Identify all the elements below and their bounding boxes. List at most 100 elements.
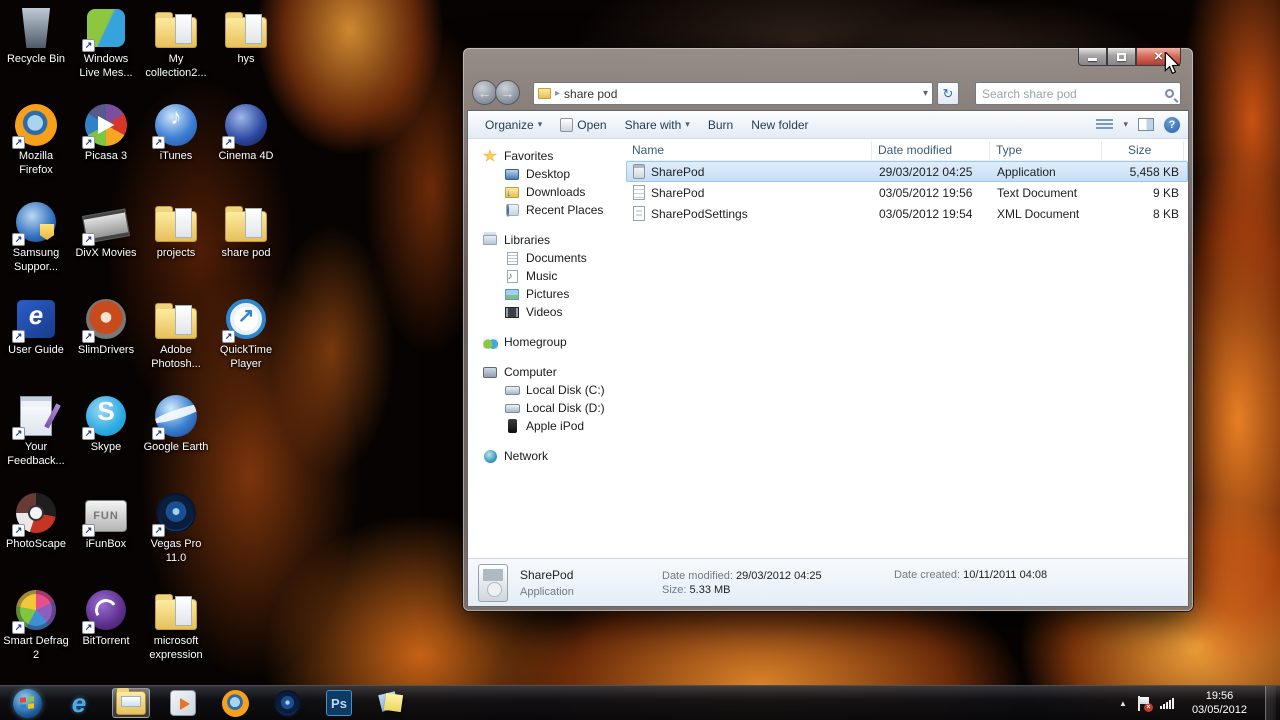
- file-row-sharepodsettings-xml-document[interactable]: SharePodSettings 03/05/2012 19:54 XML Docu…: [626, 203, 1188, 224]
- search-icon[interactable]: [1165, 89, 1174, 98]
- burn-button[interactable]: Burn: [699, 115, 742, 135]
- details-modified-label: Date modified:: [662, 569, 733, 582]
- taskbar-clock[interactable]: 19:56 03/05/2012: [1184, 689, 1255, 718]
- address-folder-icon: [538, 88, 551, 99]
- desktop-icon-picasa-3[interactable]: ↗ Picasa 3: [73, 103, 139, 164]
- address-bar[interactable]: ▸ share pod ▾: [533, 82, 933, 105]
- back-button[interactable]: ←: [472, 80, 497, 105]
- disk-icon: [504, 385, 520, 395]
- sidebar-item-videos[interactable]: Videos: [478, 303, 626, 321]
- desktop-icon-divx-movies[interactable]: ↗ DivX Movies: [73, 200, 139, 261]
- sidebar-item-desktop[interactable]: Desktop: [478, 165, 626, 183]
- taskbar-button-ie[interactable]: [60, 688, 98, 718]
- desktop-icon-user-guide[interactable]: ↗User Guide: [3, 297, 69, 358]
- desktop-icon-skype[interactable]: ↗Skype: [73, 394, 139, 455]
- taskbar-button-firefox[interactable]: [216, 688, 254, 718]
- window-titlebar[interactable]: ×: [463, 48, 1193, 76]
- preview-pane-icon[interactable]: [1138, 118, 1154, 131]
- desktop-icon-image: ↗: [12, 491, 58, 537]
- sidebar-item-music[interactable]: Music: [478, 267, 626, 285]
- sidebar-item-label: Local Disk (D:): [526, 401, 605, 415]
- desktop-icon-your-feedback[interactable]: ↗ Your Feedback...: [3, 394, 69, 469]
- desktop-icon-slimdrivers[interactable]: ↗ SlimDrivers: [73, 297, 139, 358]
- taskbar-button-explorer[interactable]: [112, 688, 150, 718]
- taskbar-button-sticky-notes[interactable]: [372, 688, 410, 718]
- desktop-icon-microsoft-expression[interactable]: microsoft expression: [143, 588, 209, 663]
- desktop-icon-hys[interactable]: hys: [213, 6, 279, 67]
- desktop-icon-itunes[interactable]: ↗iTunes: [143, 103, 209, 164]
- organize-button[interactable]: Organize ▾: [476, 115, 551, 135]
- new-folder-button[interactable]: New folder: [742, 115, 817, 135]
- shortcut-arrow-icon: ↗: [82, 136, 95, 149]
- sidebar-item-apple-ipod[interactable]: Apple iPod: [478, 417, 626, 435]
- desktop-icon-vegas-pro-11-0[interactable]: ↗ Vegas Pro 11.0: [143, 491, 209, 566]
- sidebar-item-pictures[interactable]: Pictures: [478, 285, 626, 303]
- desktop-icon-my-collection2[interactable]: My collection2...: [143, 6, 209, 81]
- search-input[interactable]: Search share pod: [982, 87, 1165, 101]
- maximize-button[interactable]: [1107, 48, 1136, 66]
- forward-button[interactable]: →: [495, 80, 520, 105]
- file-row-sharepod-text-document[interactable]: SharePod 03/05/2012 19:56 Text Document 9 K…: [626, 182, 1188, 203]
- share-with-button[interactable]: Share with ▾: [616, 115, 699, 135]
- show-hidden-icons-button[interactable]: ▲: [1119, 699, 1127, 708]
- sidebar-item-network[interactable]: Network: [478, 447, 626, 465]
- taskbar-button-photoshop[interactable]: [320, 688, 358, 718]
- change-view-icon[interactable]: [1096, 118, 1114, 131]
- file-row-sharepod-application[interactable]: SharePod 29/03/2012 04:25 Application 5,458…: [626, 161, 1188, 182]
- desktop-icon-share-pod[interactable]: share pod: [213, 200, 279, 261]
- desktop-icon-adobe-photosh[interactable]: Adobe Photosh...: [143, 297, 209, 372]
- desktop-icon-photoscape[interactable]: ↗ PhotoScape: [3, 491, 69, 552]
- column-header-type[interactable]: Type: [990, 141, 1102, 160]
- column-header-name[interactable]: Name: [626, 141, 872, 160]
- column-header-size[interactable]: Size: [1102, 141, 1184, 160]
- sidebar-item-documents[interactable]: Documents: [478, 249, 626, 267]
- desktop-icon-ifunbox[interactable]: ↗iFunBox: [73, 491, 139, 552]
- desktop-icon-label: Recycle Bin: [6, 53, 66, 65]
- sidebar-item-homegroup[interactable]: Homegroup: [478, 333, 626, 351]
- sidebar-section-gap: [478, 435, 626, 447]
- desktop-icon-windows-live-mes[interactable]: ↗ Windows Live Mes...: [73, 6, 139, 81]
- address-dropdown-icon[interactable]: ▾: [923, 88, 928, 99]
- start-button[interactable]: [8, 688, 46, 718]
- column-header-date-modified[interactable]: Date modified: [872, 141, 990, 160]
- sidebar-item-local-disk-d[interactable]: Local Disk (D:): [478, 399, 626, 417]
- help-icon[interactable]: ?: [1164, 116, 1180, 133]
- details-size-value: 5.33 MB: [689, 583, 731, 596]
- sidebar-item-label: Recent Places: [526, 203, 604, 217]
- sidebar-item-recent-places[interactable]: Recent Places: [478, 201, 626, 219]
- window-body: Organize ▾ Open Share with ▾ Burn New fo…: [467, 110, 1189, 607]
- sidebar-item-favorites[interactable]: Favorites: [478, 147, 626, 165]
- file-date-modified: 03/05/2012 19:54: [879, 206, 973, 221]
- desktop-icon-image: ↗: [81, 200, 131, 246]
- open-button[interactable]: Open: [551, 115, 615, 135]
- desktop-icon-bittorrent[interactable]: ↗ BitTorrent: [73, 588, 139, 649]
- refresh-button[interactable]: ↻: [937, 82, 959, 105]
- desktop-icon-mozilla-firefox[interactable]: ↗ Mozilla Firefox: [3, 103, 69, 178]
- desktop-icon-quicktime-player[interactable]: ↗QuickTime Player: [213, 297, 279, 372]
- breadcrumb-arrow-icon: ▸: [555, 88, 561, 99]
- close-button[interactable]: ×: [1136, 48, 1181, 66]
- action-center-icon[interactable]: ×: [1137, 695, 1153, 712]
- desktop-icon-smart-defrag-2[interactable]: ↗ Smart Defrag 2: [3, 588, 69, 663]
- desktop-icon-projects[interactable]: projects: [143, 200, 209, 261]
- sidebar-item-computer[interactable]: Computer: [478, 363, 626, 381]
- network-signal-icon[interactable]: [1159, 697, 1174, 709]
- desktop-icon-label: Mozilla Firefox: [18, 150, 54, 176]
- desktop-icon-google-earth[interactable]: ↗ Google Earth: [143, 394, 209, 455]
- minimize-button[interactable]: [1078, 48, 1107, 66]
- show-desktop-button[interactable]: [1265, 685, 1276, 720]
- sidebar-item-downloads[interactable]: Downloads: [478, 183, 626, 201]
- shortcut-arrow-icon: ↗: [82, 39, 95, 52]
- chevron-down-icon[interactable]: ▾: [1123, 119, 1128, 130]
- desktop-icon-cinema-4d[interactable]: ↗ Cinema 4D: [213, 103, 279, 164]
- desktop-icon-samsung-suppor[interactable]: ↗ Samsung Suppor...: [3, 200, 69, 275]
- taskbar-button-vegas[interactable]: [268, 688, 306, 718]
- sidebar-item-local-disk-c[interactable]: Local Disk (C:): [478, 381, 626, 399]
- taskbar-button-wmp[interactable]: [164, 688, 202, 718]
- desktop-icon-image: ↗: [82, 6, 128, 52]
- app-file-icon: [633, 164, 645, 179]
- search-box[interactable]: Search share pod: [975, 82, 1181, 105]
- breadcrumb[interactable]: share pod: [564, 87, 617, 101]
- sidebar-item-libraries[interactable]: Libraries: [478, 231, 626, 249]
- desktop-icon-recycle-bin[interactable]: Recycle Bin: [3, 6, 69, 67]
